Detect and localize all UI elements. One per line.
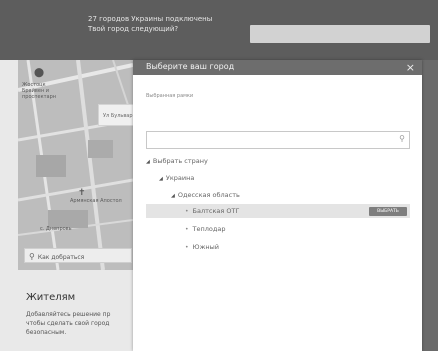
tree-node-region-label: Одесская область bbox=[177, 191, 240, 199]
message-line-1: 27 городов Украины подключены bbox=[88, 15, 213, 23]
modal-header: Выберите ваш город × bbox=[133, 60, 422, 75]
tree-node-city[interactable]: • Балтская ОТГ bbox=[185, 204, 239, 218]
city-search-input[interactable] bbox=[150, 138, 394, 154]
map-view[interactable]: Жостоцк Брайвен и проспектарн ⬤ ✝ Армянс… bbox=[18, 60, 133, 270]
top-search-field[interactable] bbox=[250, 25, 430, 43]
city-search-field[interactable]: ⚲ bbox=[146, 131, 410, 154]
top-bar: 27 городов Украины подключены Твой город… bbox=[0, 0, 438, 60]
map-callout[interactable]: Ул Бульвар bbox=[98, 104, 133, 126]
city-label: Теплодар bbox=[192, 225, 226, 233]
map-pin-icon: ⚲ bbox=[29, 252, 35, 261]
tree-node-region[interactable]: ◢ Одесская область bbox=[171, 188, 240, 202]
message-line-2: Твой город следующий? bbox=[88, 25, 179, 33]
close-icon[interactable]: × bbox=[406, 60, 415, 75]
map-poi-icon: ⬤ bbox=[34, 68, 45, 78]
city-label: Балтская ОТГ bbox=[192, 207, 240, 215]
map-label-bottom: с. Днепровь bbox=[40, 226, 72, 232]
residents-heading: Жителям bbox=[26, 292, 76, 303]
tree-node-country[interactable]: ◢ Украина bbox=[159, 171, 194, 185]
connected-cities-message: 27 городов Украины подключены Твой город… bbox=[88, 14, 212, 34]
city-select-modal: Выберите ваш город × Выбранная рамки ⚲ ◢… bbox=[133, 60, 422, 351]
residents-text: Добавляйтесь решение пр чтобы сделать св… bbox=[26, 311, 111, 336]
map-label-mid: Армянская Апостол bbox=[70, 198, 122, 204]
tree-node-root-label: Выбрать страну bbox=[152, 157, 208, 165]
tree-node-root[interactable]: ◢ Выбрать страну bbox=[146, 154, 208, 168]
tree-node-city[interactable]: • Теплодар bbox=[185, 222, 226, 236]
expand-arrow-icon[interactable]: ◢ bbox=[146, 159, 150, 165]
expand-arrow-icon[interactable]: ◢ bbox=[171, 193, 175, 199]
directions-button[interactable]: ⚲ Как добраться bbox=[24, 248, 132, 263]
tree-node-city[interactable]: • Южный bbox=[185, 240, 219, 254]
choose-city-button[interactable]: ВЫБРАТЬ bbox=[369, 207, 407, 216]
church-icon: ✝ bbox=[78, 188, 86, 198]
selected-label: Выбранная рамки bbox=[146, 93, 194, 99]
bullet-icon: • bbox=[185, 226, 189, 233]
residents-panel: Жителям Добавляйтесь решение пр чтобы сд… bbox=[18, 278, 133, 351]
directions-label: Как добраться bbox=[37, 254, 85, 261]
search-icon[interactable]: ⚲ bbox=[399, 134, 405, 143]
tree-node-country-label: Украина bbox=[165, 174, 195, 182]
city-label: Южный bbox=[192, 243, 220, 251]
bullet-icon: • bbox=[185, 208, 189, 215]
map-label-top: Жостоцк Брайвен и проспектарн bbox=[22, 82, 57, 100]
bullet-icon: • bbox=[185, 244, 189, 251]
modal-title: Выберите ваш город bbox=[146, 62, 235, 71]
expand-arrow-icon[interactable]: ◢ bbox=[159, 176, 163, 182]
